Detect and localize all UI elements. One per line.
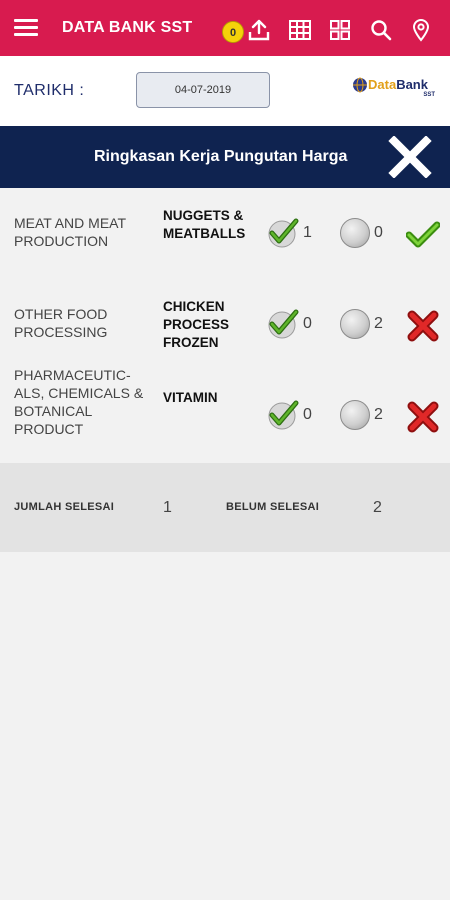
grid-icon[interactable] xyxy=(328,18,352,42)
globe-icon xyxy=(353,77,367,93)
date-label: TARIKH : xyxy=(14,82,85,99)
item-label: VITAMIN xyxy=(163,390,218,405)
checkmark-icon xyxy=(268,400,299,430)
done-count: 0 xyxy=(303,406,312,423)
item-label: NUGGETS & MEATBALLS xyxy=(163,208,246,241)
incomplete-icon xyxy=(407,401,439,433)
summary-bar: JUMLAH SELESAI 1 BELUM SELESAI 2 xyxy=(0,463,450,552)
item-label: CHICKEN PROCESS FROZEN xyxy=(163,299,230,350)
complete-icon xyxy=(406,221,440,248)
checkmark-icon xyxy=(268,218,299,248)
summary-header: Ringkasan Kerja Pungutan Harga xyxy=(0,126,450,188)
app-title: DATA BANK SST xyxy=(62,19,193,36)
menu-icon[interactable] xyxy=(14,19,38,37)
app-bar: DATA BANK SST 0 xyxy=(0,0,450,56)
search-icon[interactable] xyxy=(369,18,393,42)
list-item[interactable]: OTHER FOOD PROCESSING CHICKEN PROCESS FR… xyxy=(0,279,450,370)
list-item[interactable]: PHARMACEUTIC-ALS, CHEMICALS & BOTANICAL … xyxy=(0,367,450,461)
done-total-label: JUMLAH SELESAI xyxy=(14,501,115,513)
close-icon[interactable] xyxy=(388,136,432,178)
pending-total-label: BELUM SELESAI xyxy=(226,501,320,513)
done-count: 0 xyxy=(303,315,312,332)
pending-circle-icon xyxy=(340,309,370,339)
checkmark-icon xyxy=(268,309,299,339)
data-bank-logo: DataBank SST xyxy=(352,76,438,106)
upload-icon[interactable] xyxy=(247,18,271,42)
category-label: PHARMACEUTIC-ALS, CHEMICALS & BOTANICAL … xyxy=(14,367,144,437)
pending-total-value: 2 xyxy=(373,499,382,516)
logo-text-bank: Bank xyxy=(396,77,428,92)
done-count: 1 xyxy=(303,224,312,241)
summary-title: Ringkasan Kerja Pungutan Harga xyxy=(94,148,348,165)
logo-text-data: Data xyxy=(368,77,397,92)
pending-circle-icon xyxy=(340,400,370,430)
location-pin-icon[interactable] xyxy=(409,18,433,42)
pending-count: 0 xyxy=(374,224,383,241)
done-total-value: 1 xyxy=(163,499,172,516)
pending-circle-icon xyxy=(340,218,370,248)
logo-subtext: SST xyxy=(423,92,435,98)
pending-count: 2 xyxy=(374,315,383,332)
pending-count: 2 xyxy=(374,406,383,423)
category-label: MEAT AND MEAT PRODUCTION xyxy=(14,215,126,249)
category-label: OTHER FOOD PROCESSING xyxy=(14,306,108,340)
table-icon[interactable] xyxy=(288,18,312,42)
date-field[interactable]: 04-07-2019 xyxy=(136,72,270,108)
category-list: MEAT AND MEAT PRODUCTION NUGGETS & MEATB… xyxy=(0,188,450,461)
notification-badge: 0 xyxy=(222,21,244,43)
list-item[interactable]: MEAT AND MEAT PRODUCTION NUGGETS & MEATB… xyxy=(0,188,450,279)
date-row: TARIKH : 04-07-2019 DataBank SST xyxy=(0,56,450,126)
incomplete-icon xyxy=(407,310,439,342)
